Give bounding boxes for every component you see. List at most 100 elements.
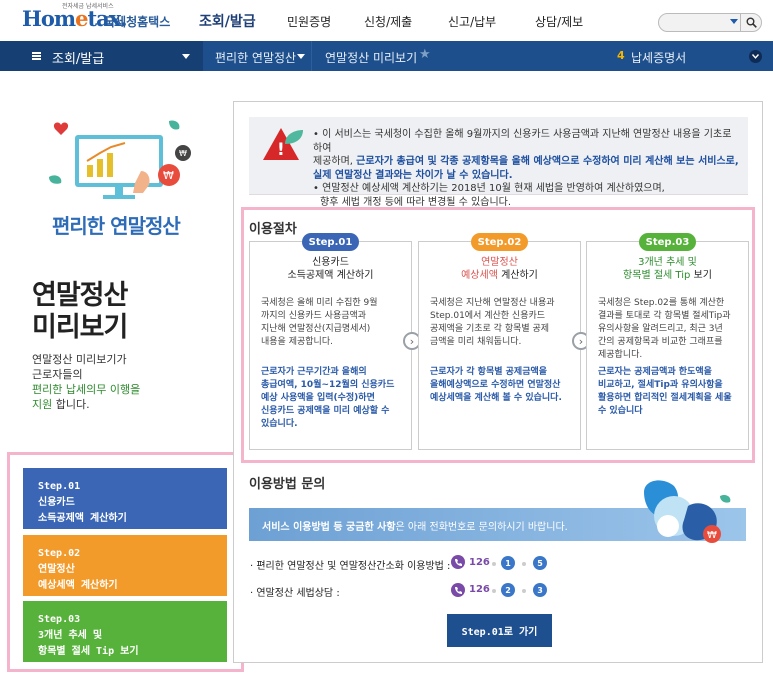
sequence-dot [522, 589, 526, 593]
body-line: 국세청은 올해 미리 수집한 9월 [261, 298, 378, 308]
svg-text:₩: ₩ [163, 169, 174, 182]
chevron-down-icon[interactable] [749, 50, 762, 63]
note-line: 근로자가 각 항목별 공제금액을 [430, 367, 548, 377]
note-line: 비교하고, 절세Tip과 유의사항을 [598, 380, 723, 390]
step3-button-label: Step.03 [38, 614, 81, 625]
breadcrumb-settlement-preview[interactable]: 연말정산 미리보기 [325, 49, 417, 66]
note-line: 올해예상액으로 수정하면 연말정산 [430, 380, 561, 390]
menu-dropdown[interactable]: 조회/발급 [0, 41, 203, 71]
step1-body: 국세청은 올해 미리 수집한 9월 까지의 신용카드 사용금액과 지난해 연말정… [261, 297, 401, 349]
body-line: 지난해 연말정산(지급명세서) [261, 324, 371, 334]
desc-line-highlight: 지원 [32, 398, 53, 411]
step2-button-label: Step.02 [38, 548, 81, 559]
step3-title: 3개년 추세 및 항목별 절세 Tip 보기 [586, 256, 749, 282]
step2-button-label: 예상세액 계산하기 [38, 580, 118, 591]
dial-step: 5 [533, 556, 547, 570]
dial-step: 3 [533, 583, 547, 597]
page-description: 연말정산 미리보기가 근로자들의 편리한 납세의무 이행을 지원 합니다. [32, 352, 140, 412]
step2-button-label: 연말정산 [38, 564, 75, 575]
inquiry-row1-label: · 편리한 연말정산 및 연말정산간소화 이용방법 : [250, 561, 451, 572]
note-line: 있습니다. [261, 419, 298, 429]
chevron-down-icon[interactable] [182, 54, 190, 59]
phone-number: 126 [469, 557, 490, 568]
notice-line-highlight: 실제 연말정산 결과와는 차이가 날 수 있습니다. [313, 169, 513, 181]
hamburger-icon[interactable] [32, 52, 41, 54]
search-button[interactable] [740, 13, 762, 32]
step3-button-label: 항목별 절세 Tip 보기 [38, 646, 139, 657]
convenient-settlement-title: 편리한 연말정산 [52, 214, 181, 238]
step1-button[interactable]: Step.01 신용카드 소득공제액 계산하기 [23, 468, 227, 529]
body-line: 결과를 토대로 각 항목별 절세Tip과 [598, 311, 731, 321]
page-title-line1: 연말정산 [32, 280, 128, 311]
step3-note: 근로자는 공제금액과 한도액을 비교하고, 절세Tip과 유의사항을 활용하면 … [598, 366, 738, 418]
body-line: Step.01에서 계산한 신용카드 [430, 311, 546, 321]
step2-title-line: 연말정산 [481, 257, 518, 268]
step3-badge: Step.03 [639, 233, 696, 251]
step1-title-line: 소득공제액 계산하기 [287, 270, 374, 281]
body-line: 까지의 신용카드 사용금액과 [261, 311, 367, 321]
quick-menu-tax-certificate[interactable]: 납세증명서 [631, 49, 686, 66]
logo-korean-text[interactable]: 국세청홈택스 [104, 13, 170, 30]
nav-inquiry-issuance[interactable]: 조회/발급 [199, 11, 256, 31]
chevron-down-icon[interactable] [730, 19, 738, 24]
step1-button-label: Step.01 [38, 481, 81, 492]
body-line: 공제액을 기초로 각 항목별 공제 [430, 324, 550, 334]
go-step1-button[interactable]: Step.01로 가기 [447, 614, 552, 647]
sub-navigation: 조회/발급 편리한 연말정산 연말정산 미리보기 ★ 4 납세증명서 [0, 41, 773, 71]
step1-note: 근로자가 근무기간과 올해의 총급여액, 10월~12월의 신용카드 예상 사용… [261, 366, 401, 431]
step2-title-line: 계산하기 [497, 270, 538, 281]
phone-number: 126 [469, 584, 490, 595]
desc-line-highlight: 편리한 납세의무 이행을 [32, 383, 141, 396]
notice-text: • 이 서비스는 국세청이 수집한 올해 9월까지의 신용카드 사용금액과 지난… [313, 128, 743, 209]
body-line: 제공합니다. [598, 350, 643, 360]
nav-apply-submit[interactable]: 신청/제출 [364, 13, 412, 30]
inquiry-title: 이용방법 문의 [249, 477, 326, 492]
step2-body: 국세청은 지난해 연말정산 내용과 Step.01에서 계산한 신용카드 공제액… [430, 297, 570, 349]
star-icon[interactable]: ★ [419, 47, 431, 62]
body-line: 간의 공제항목과 비교한 그래프를 [598, 337, 723, 347]
nav-report-pay[interactable]: 신고/납부 [448, 13, 496, 30]
search-input[interactable] [658, 13, 762, 32]
note-line: 신용카드 공제액을 미리 예상할 수 [261, 406, 390, 416]
step3-title-line: 보기 [690, 270, 712, 281]
inquiry-row2-label: · 연말정산 세법상담 : [250, 588, 340, 599]
svg-text:₩: ₩ [179, 149, 187, 158]
chevron-down-icon[interactable] [297, 54, 305, 59]
notice-line: • 연말정산 예상세액 계산하기는 2018년 10월 현재 세법을 반영하여 … [313, 183, 665, 194]
sequence-dot [492, 589, 496, 593]
leaf-icon [285, 130, 303, 144]
note-line: 근로자는 공제금액과 한도액을 [598, 367, 712, 377]
sequence-dot [522, 562, 526, 566]
monitor-illustration: ₩ ₩ [49, 120, 191, 199]
inquiry-banner-text: 서비스 이용방법 등 궁금한 사항은 아래 전화번호로 문의하시기 바랍니다. [262, 518, 568, 533]
desc-line: 합니다. [52, 398, 90, 411]
notice-line-highlight: 근로자가 총급여 및 각종 공제항목을 올해 예상액으로 수정하여 미리 계산해… [356, 156, 739, 167]
dial-step: 2 [501, 583, 515, 597]
breadcrumb-convenient-settlement[interactable]: 편리한 연말정산 [215, 49, 296, 66]
phone-icon [451, 555, 465, 569]
body-line: 내용을 제공합니다. [261, 337, 333, 347]
nav-civil-certificates[interactable]: 민원증명 [287, 13, 331, 30]
step2-title-line: 예상세액 [461, 270, 498, 281]
step1-title: 신용카드 소득공제액 계산하기 [249, 256, 412, 282]
step2-button[interactable]: Step.02 연말정산 예상세액 계산하기 [23, 535, 227, 596]
body-line: 금액을 미리 채워둡니다. [430, 337, 522, 347]
desc-line: 근로자들의 [32, 368, 83, 381]
note-line: 활용하면 합리적인 절세계획을 세울 [598, 393, 732, 403]
step1-button-label: 신용카드 [38, 497, 75, 508]
step3-button[interactable]: Step.03 3개년 추세 및 항목별 절세 Tip 보기 [23, 601, 227, 662]
note-line: 수 있습니다 [598, 406, 643, 416]
note-line: 근로자가 근무기간과 올해의 [261, 367, 367, 377]
step1-title-line: 신용카드 [312, 257, 349, 268]
sequence-dot [492, 562, 496, 566]
page-title-line2: 미리보기 [32, 312, 128, 343]
desc-line: 연말정산 미리보기가 [32, 353, 127, 366]
menu-dropdown-label: 조회/발급 [52, 52, 105, 67]
step3-title-line: 항목별 절세 Tip [623, 270, 691, 281]
consultant-illustration: ₩ [644, 480, 731, 543]
nav-consult-report[interactable]: 상담/제보 [535, 13, 583, 30]
step2-badge: Step.02 [471, 233, 528, 251]
svg-text:₩: ₩ [707, 530, 717, 541]
step1-badge: Step.01 [302, 233, 359, 251]
phone-icon [451, 583, 465, 597]
